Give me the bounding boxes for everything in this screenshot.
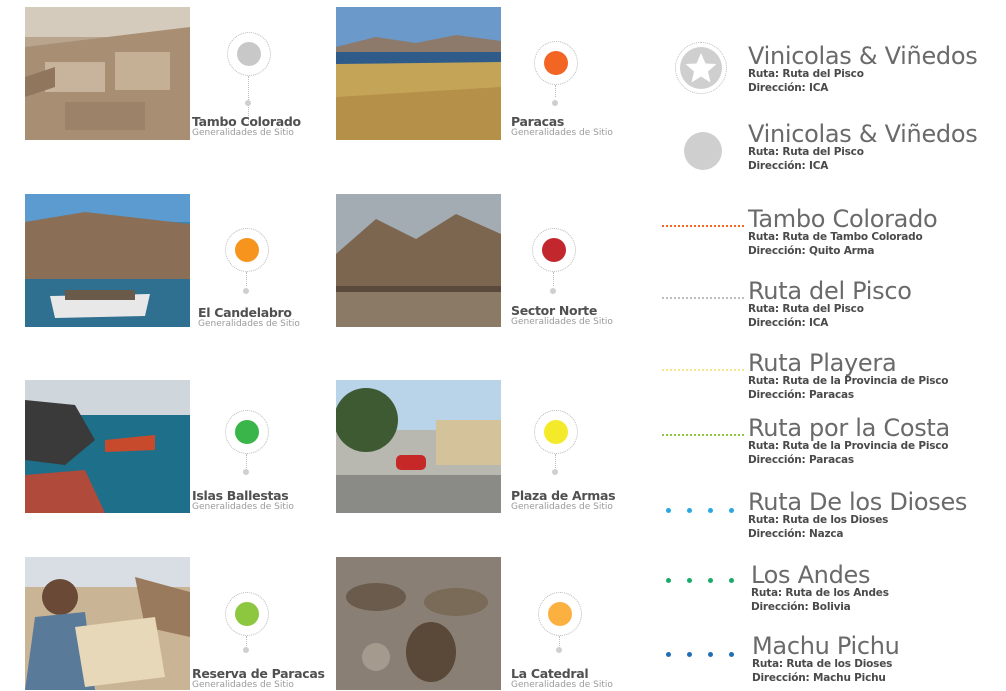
site-photo-el-candelabro[interactable] [25, 194, 190, 327]
legend-ruta: Ruta: Ruta de Tambo Colorado [748, 231, 923, 243]
site-marker-tambo-colorado[interactable] [227, 32, 271, 76]
marker-stem [246, 272, 247, 286]
site-name[interactable]: Sector Norte [511, 303, 597, 318]
legend-direccion: Dirección: ICA [748, 82, 829, 94]
legend-ruta: Ruta: Ruta de los Dioses [748, 514, 889, 526]
legend-ruta: Ruta: Ruta de los Andes [751, 587, 889, 599]
legend-title: Vinicolas & Viñedos [748, 120, 978, 148]
site-subtitle: Generalidades de Sitio [511, 317, 613, 327]
legend-direccion: Dirección: ICA [748, 317, 829, 329]
site-marker-reserva-de-paracas[interactable] [225, 592, 269, 636]
legend-title: Machu Pichu [752, 632, 900, 660]
site-name[interactable]: El Candelabro [198, 305, 292, 320]
marker-stem [555, 85, 556, 97]
circle-icon [684, 132, 722, 170]
dotted-line-icon [662, 369, 744, 371]
legend-ruta: Ruta: Ruta del Pisco [748, 303, 864, 315]
marker-stem-end [243, 469, 249, 475]
marker-stem-end [245, 100, 251, 106]
marker-stem [553, 272, 554, 286]
legend-ruta: Ruta: Ruta del Pisco [748, 68, 864, 80]
site-dot [235, 238, 259, 262]
site-marker-islas-ballestas[interactable] [225, 410, 269, 454]
site-name[interactable]: Paracas [511, 114, 564, 129]
marker-stem-end [552, 469, 558, 475]
site-subtitle: Generalidades de Sitio [192, 502, 294, 512]
legend-title: Ruta Playera [748, 349, 897, 377]
legend-title: Tambo Colorado [748, 205, 938, 233]
legend-direccion: Dirección: Nazca [748, 528, 844, 540]
site-dot [542, 238, 566, 262]
marker-stem-end [556, 647, 562, 653]
big-dots-icon [666, 508, 734, 513]
site-dot [544, 420, 568, 444]
site-photo-paracas[interactable] [336, 7, 501, 140]
site-name[interactable]: La Catedral [511, 666, 589, 681]
site-subtitle: Generalidades de Sitio [192, 680, 294, 690]
legend-title: Ruta De los Dioses [748, 488, 968, 516]
site-subtitle: Generalidades de Sitio [198, 319, 300, 329]
dotted-line-icon [662, 297, 744, 299]
site-subtitle: Generalidades de Sitio [511, 680, 613, 690]
site-name[interactable]: Plaza de Armas [511, 488, 616, 503]
marker-stem [555, 454, 556, 468]
site-photo-reserva-de-paracas[interactable] [25, 557, 190, 690]
site-dot [548, 602, 572, 626]
legend-ruta: Ruta: Ruta de la Provincia de Pisco [748, 440, 949, 452]
site-name[interactable]: Islas Ballestas [192, 488, 289, 503]
legend-title: Los Andes [751, 561, 871, 589]
marker-stem-end [550, 288, 556, 294]
site-subtitle: Generalidades de Sitio [511, 502, 613, 512]
site-photo-plaza-de-armas[interactable] [336, 380, 501, 513]
legend-ruta: Ruta: Ruta de la Provincia de Pisco [748, 375, 949, 387]
legend-ruta: Ruta: Ruta del Pisco [748, 146, 864, 158]
site-photo-la-catedral[interactable] [336, 557, 501, 690]
big-dots-icon [666, 652, 734, 657]
dotted-line-icon [662, 225, 744, 227]
marker-stem [246, 454, 247, 468]
site-name[interactable]: Reserva de Paracas [192, 666, 325, 681]
site-subtitle: Generalidades de Sitio [511, 128, 613, 138]
star-icon [675, 42, 727, 94]
site-photo-islas-ballestas[interactable] [25, 380, 190, 513]
legend-title: Vinicolas & Viñedos [748, 42, 978, 70]
site-marker-el-candelabro[interactable] [225, 228, 269, 272]
legend-direccion: Dirección: Paracas [748, 389, 854, 401]
legend-ruta: Ruta: Ruta de los Dioses [752, 658, 893, 670]
marker-stem-end [552, 100, 558, 106]
marker-stem [559, 636, 560, 646]
legend-direccion: Dirección: Machu Pichu [752, 672, 886, 684]
site-marker-sector-norte[interactable] [532, 228, 576, 272]
site-subtitle: Generalidades de Sitio [192, 128, 294, 138]
site-marker-plaza-de-armas[interactable] [534, 410, 578, 454]
legend-direccion: Dirección: ICA [748, 160, 829, 172]
site-marker-paracas[interactable] [534, 41, 578, 85]
site-photo-tambo-colorado[interactable] [25, 7, 190, 140]
site-dot [237, 42, 261, 66]
site-dot [235, 602, 259, 626]
site-marker-la-catedral[interactable] [538, 592, 582, 636]
legend-direccion: Dirección: Bolivia [751, 601, 851, 613]
legend-direccion: Dirección: Quito Arma [748, 245, 875, 257]
big-dots-icon [666, 578, 734, 583]
site-photo-sector-norte[interactable] [336, 194, 501, 327]
marker-stem-end [243, 647, 249, 653]
site-dot [544, 51, 568, 75]
legend-direccion: Dirección: Paracas [748, 454, 854, 466]
legend-title: Ruta del Pisco [748, 277, 912, 305]
site-dot [235, 420, 259, 444]
legend-title: Ruta por la Costa [748, 414, 950, 442]
marker-stem [246, 636, 247, 646]
site-name[interactable]: Tambo Colorado [192, 114, 301, 129]
dotted-line-icon [662, 434, 744, 436]
marker-stem-end [243, 288, 249, 294]
